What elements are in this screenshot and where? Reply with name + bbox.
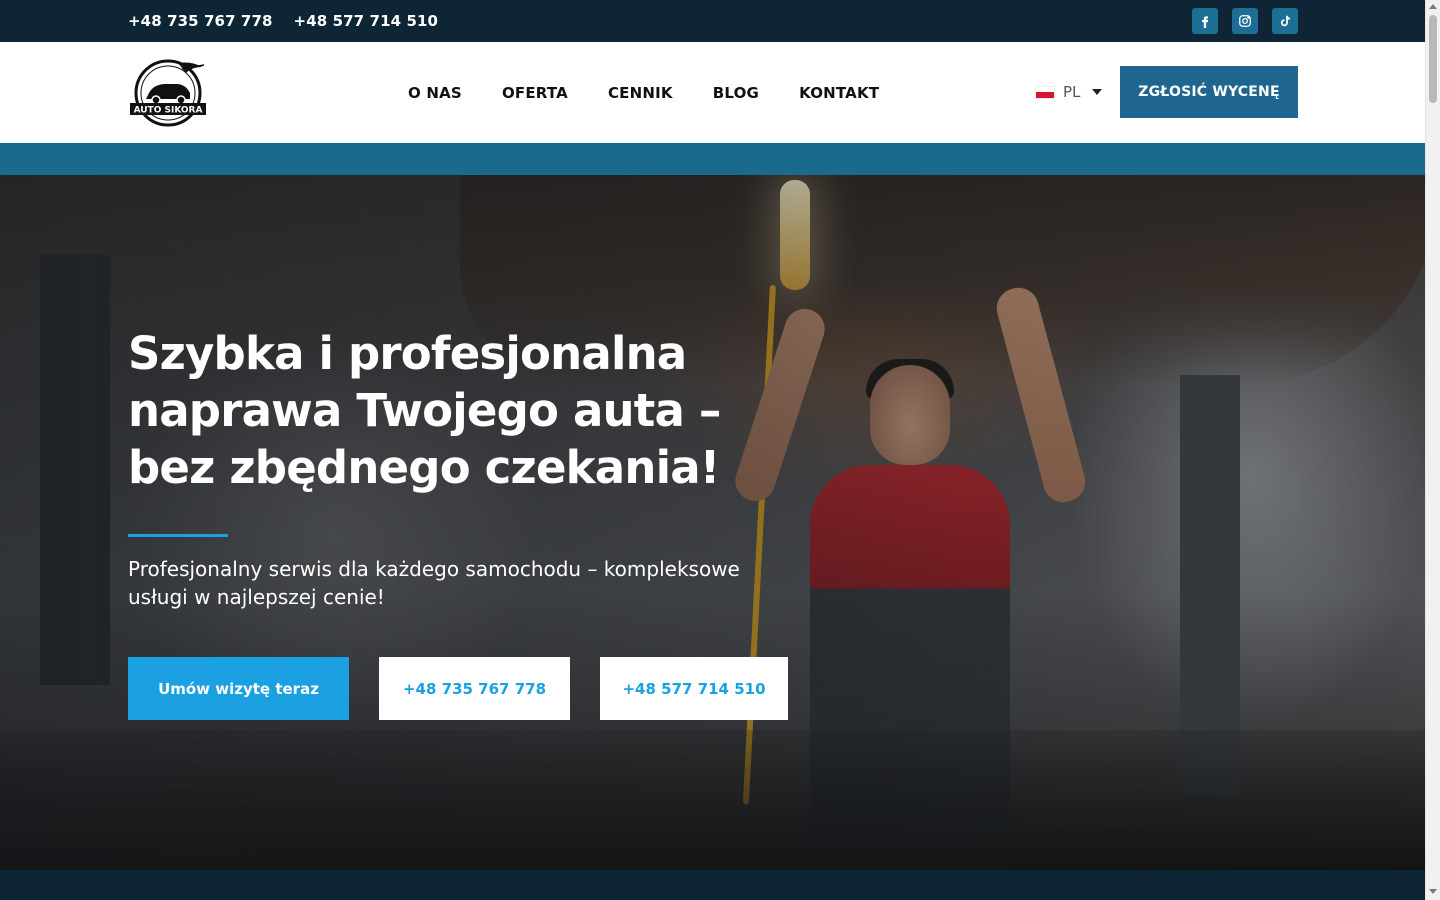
language-switcher[interactable]: PL (1035, 80, 1103, 104)
nav-item-oferta[interactable]: OFERTA (502, 84, 568, 102)
scroll-down-arrow-icon[interactable] (1429, 889, 1437, 894)
logo[interactable]: AUTO SIKORA (130, 57, 208, 127)
facebook-icon[interactable] (1192, 8, 1218, 34)
hero-buttons: Umów wizytę teraz +48 735 767 778 +48 57… (128, 657, 788, 720)
accent-strip (0, 143, 1425, 175)
tiktok-icon[interactable] (1272, 8, 1298, 34)
hero-title: Szybka i profesjonalna naprawa Twojego a… (128, 327, 721, 494)
top-phone-link-2[interactable]: +48 577 714 510 (294, 12, 439, 30)
top-phone-link-1[interactable]: +48 735 767 778 (128, 12, 273, 30)
poland-flag-icon (1035, 85, 1055, 99)
instagram-icon[interactable] (1232, 8, 1258, 34)
scrollbar-thumb[interactable] (1429, 15, 1437, 103)
next-section-edge (0, 870, 1425, 900)
hero-section: Szybka i profesjonalna naprawa Twojego a… (0, 175, 1425, 870)
call-phone-2-button[interactable]: +48 577 714 510 (600, 657, 788, 720)
chevron-down-icon (1092, 89, 1103, 95)
nav-item-o-nas[interactable]: O NAS (408, 84, 462, 102)
language-code: PL (1063, 83, 1081, 101)
page: +48 735 767 778 +48 577 714 510 AUTO SIK… (0, 0, 1425, 900)
top-contact-bar: +48 735 767 778 +48 577 714 510 (0, 0, 1425, 42)
nav-item-cennik[interactable]: CENNIK (608, 84, 673, 102)
site-header: AUTO SIKORA O NAS OFERTA CENNIK BLOG KON… (0, 42, 1425, 143)
social-links (1192, 8, 1298, 34)
call-phone-1-button[interactable]: +48 735 767 778 (379, 657, 570, 720)
book-visit-button[interactable]: Umów wizytę teraz (128, 657, 349, 720)
logo-emblem: AUTO SIKORA (130, 59, 206, 127)
hero-content: Szybka i profesjonalna naprawa Twojego a… (128, 325, 808, 611)
quote-request-button[interactable]: ZGŁOSIĆ WYCENĘ (1120, 66, 1298, 118)
main-nav: O NAS OFERTA CENNIK BLOG KONTAKT (408, 42, 879, 143)
top-phones: +48 735 767 778 +48 577 714 510 (128, 0, 438, 42)
nav-item-blog[interactable]: BLOG (713, 84, 759, 102)
nav-item-kontakt[interactable]: KONTAKT (799, 84, 879, 102)
scroll-up-arrow-icon[interactable] (1429, 4, 1437, 9)
logo-text: AUTO SIKORA (134, 106, 203, 116)
page-scrollbar[interactable] (1425, 0, 1440, 900)
hero-divider (128, 534, 228, 537)
hero-subtitle: Profesjonalny serwis dla każdego samocho… (128, 557, 740, 609)
